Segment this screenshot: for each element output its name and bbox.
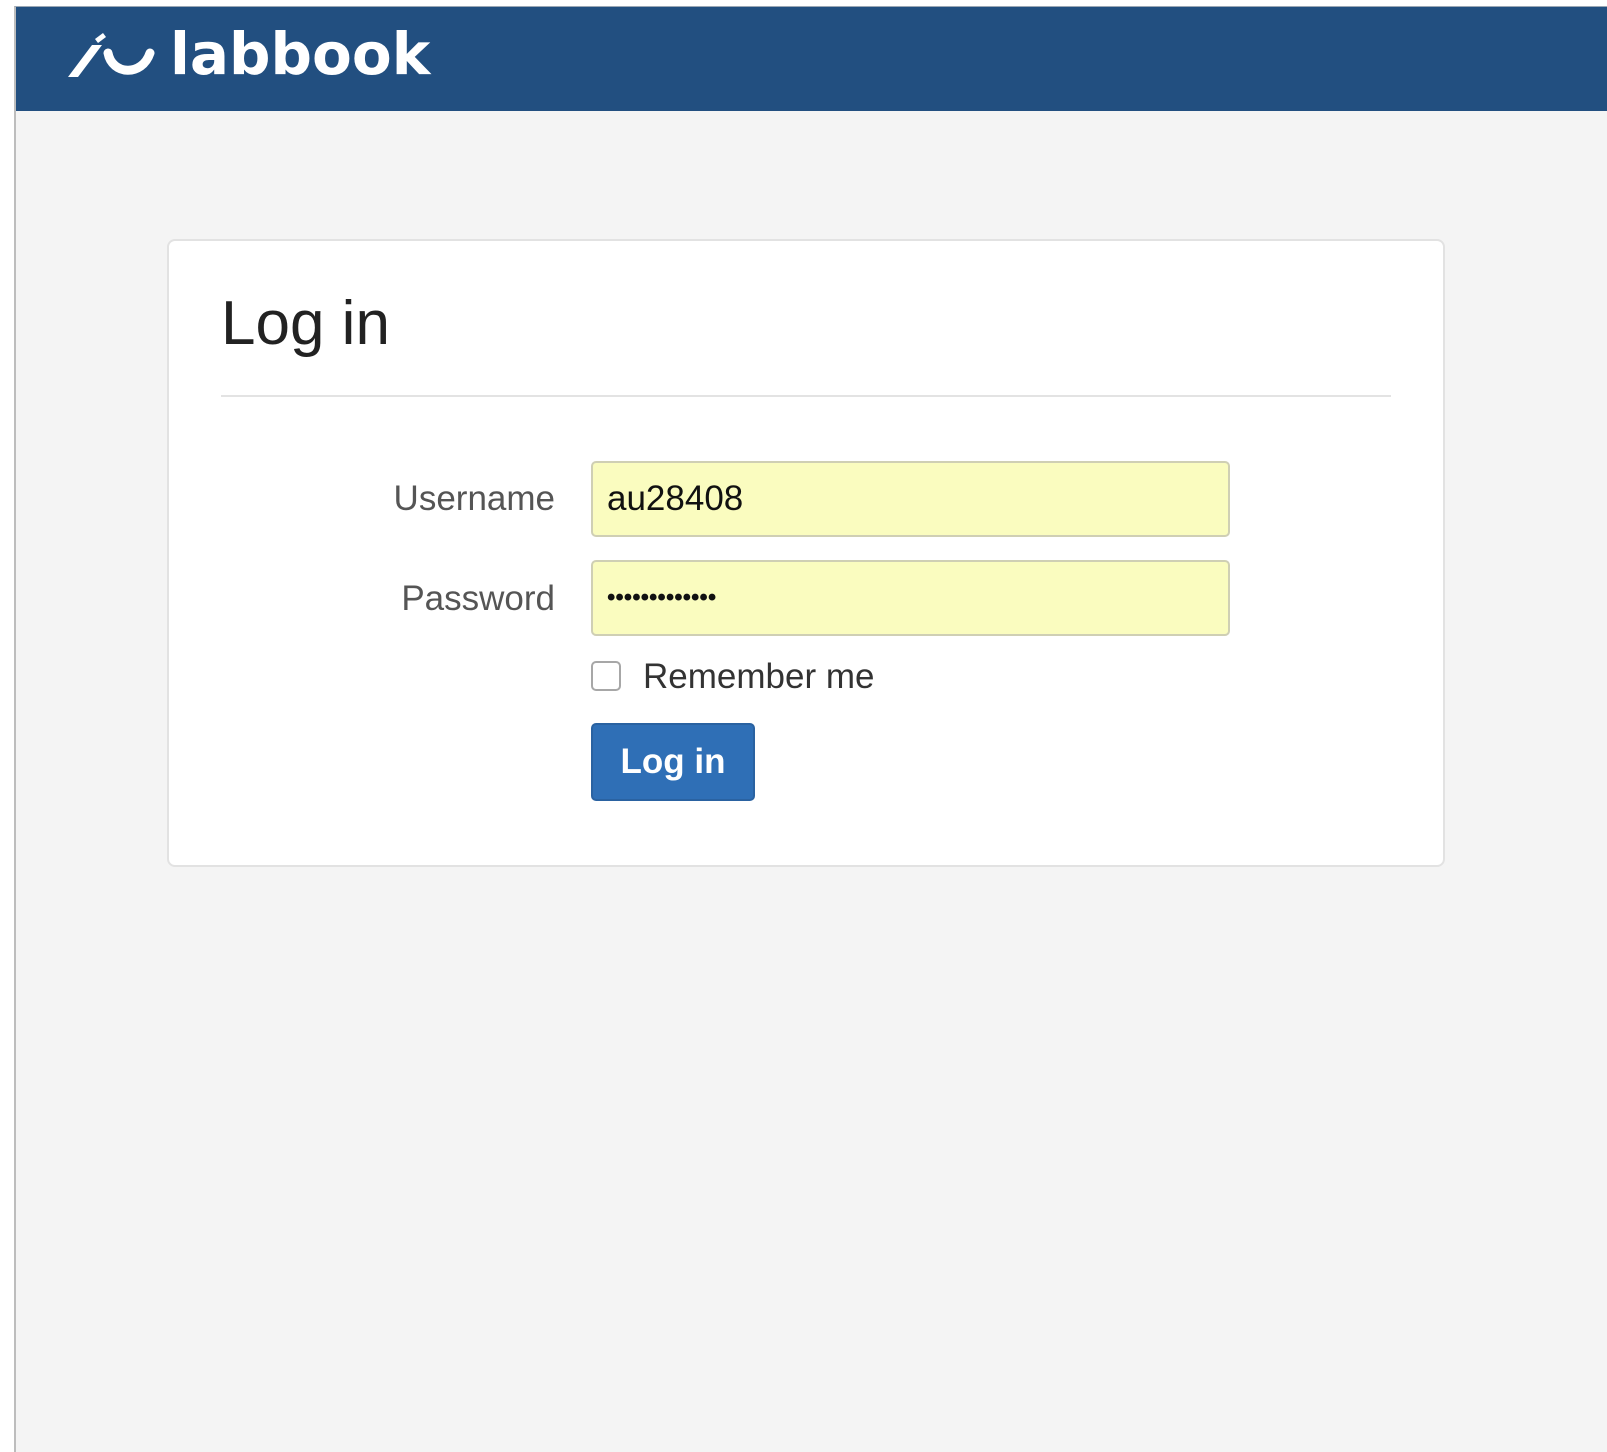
page-title: Log in xyxy=(221,289,390,358)
remember-me-label[interactable]: Remember me xyxy=(643,659,874,694)
login-button-label: Log in xyxy=(620,742,726,781)
app-window: labbook Log in Username au28408 Password… xyxy=(14,6,1607,1452)
login-panel: Log in Username au28408 Password •••••••… xyxy=(167,239,1445,867)
brand-link[interactable]: labbook xyxy=(64,21,430,91)
login-button[interactable]: Log in xyxy=(591,723,755,801)
top-navbar: labbook xyxy=(16,7,1607,111)
username-field[interactable]: au28408 xyxy=(591,461,1230,537)
password-field[interactable]: ••••••••••••• xyxy=(591,560,1230,636)
username-value: au28408 xyxy=(607,479,744,518)
title-divider xyxy=(221,395,1391,397)
password-masked-value: ••••••••••••• xyxy=(607,584,717,611)
password-label: Password xyxy=(401,579,555,618)
remember-me-checkbox[interactable] xyxy=(591,661,621,691)
brand-name: labbook xyxy=(170,20,431,88)
labbook-logo-icon xyxy=(68,33,155,77)
username-label: Username xyxy=(393,479,555,518)
